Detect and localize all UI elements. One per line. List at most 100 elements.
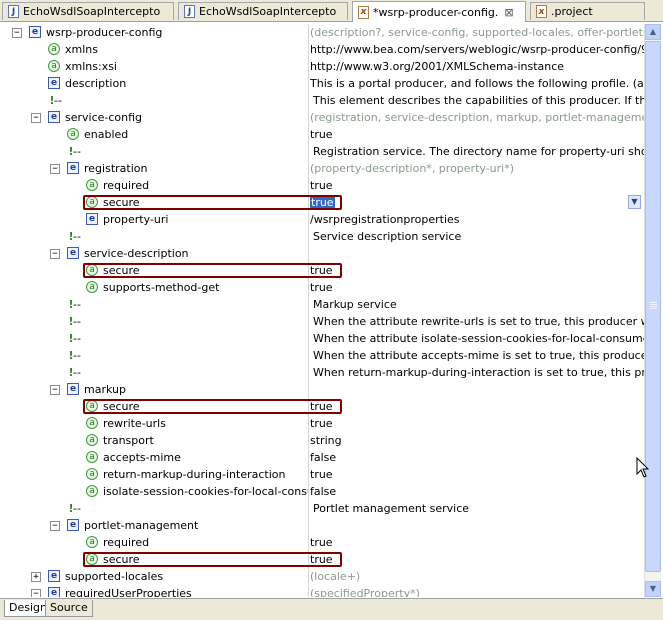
node-name-cell: a return-markup-during-interaction — [4, 466, 309, 483]
tree-row[interactable]: − e service-description — [4, 245, 644, 262]
node-name: -- — [73, 349, 81, 362]
node-value-cell[interactable]: false — [310, 483, 644, 500]
expand-icon[interactable]: + — [31, 572, 41, 582]
node-value-cell[interactable]: http://www.bea.com/servers/weblogic/wsrp… — [310, 41, 644, 58]
node-value-cell[interactable]: /wsrpregistrationproperties — [310, 211, 644, 228]
node-value-cell[interactable]: true — [310, 126, 644, 143]
tree-row[interactable]: a required true — [4, 177, 644, 194]
tree-row[interactable]: a return-markup-during-interaction true — [4, 466, 644, 483]
value-editor[interactable]: true — [310, 194, 644, 211]
tree-row[interactable]: a xmlns http://www.bea.com/servers/weblogi… — [4, 41, 644, 58]
tree-row[interactable]: a required true — [4, 534, 644, 551]
tree-row[interactable]: ! -- When the attribute isolate-session-co… — [4, 330, 644, 347]
vertical-scrollbar[interactable]: ▲ ▼ — [644, 24, 661, 597]
node-name: transport — [103, 434, 154, 447]
node-value-cell[interactable]: string — [310, 432, 644, 449]
element-icon: e — [48, 587, 60, 597]
tree-row[interactable]: − e portlet-management — [4, 517, 644, 534]
node-value-cell[interactable]: true — [310, 534, 644, 551]
tree-row[interactable]: a isolate-session-cookies-for-local-consu… — [4, 483, 644, 500]
collapse-icon[interactable]: − — [50, 521, 60, 531]
attribute-icon: a — [86, 434, 98, 446]
scroll-thumb[interactable] — [645, 41, 661, 572]
node-value: true — [310, 196, 335, 209]
collapse-icon[interactable]: − — [50, 385, 60, 395]
collapse-icon[interactable]: − — [31, 589, 41, 597]
tree-row[interactable]: e description This is a portal producer, a… — [4, 75, 644, 92]
node-value-cell[interactable]: (property-description*, property-uri*) — [310, 160, 644, 177]
node-value-cell[interactable]: (locale+) — [310, 568, 644, 585]
node-value-cell[interactable]: true — [310, 415, 644, 432]
node-value-cell[interactable] — [310, 245, 644, 262]
node-name: -- — [73, 366, 81, 379]
node-value-cell[interactable]: true — [310, 551, 644, 568]
node-value-cell[interactable]: true — [310, 262, 644, 279]
tree-row[interactable]: ! -- Service description service — [4, 228, 644, 245]
node-value-cell[interactable]: This element describes the capabilities … — [310, 92, 644, 109]
editor-tab-1[interactable]: J EchoWsdlSoapIntercepto — [2, 2, 174, 20]
tree-row[interactable]: a rewrite-urls true — [4, 415, 644, 432]
node-value-cell[interactable]: Registration service. The directory name… — [310, 143, 644, 160]
tree-row[interactable]: a transport string — [4, 432, 644, 449]
node-value-cell[interactable]: false — [310, 449, 644, 466]
scroll-down-button[interactable]: ▼ — [645, 581, 661, 597]
node-value-cell[interactable]: (registration, service-description, mark… — [310, 109, 644, 126]
tree-row[interactable]: a secure true — [4, 398, 644, 415]
xml-file-icon: x — [358, 5, 369, 19]
tree-row[interactable]: ! -- Portlet management service — [4, 500, 644, 517]
tree-row[interactable]: − e markup — [4, 381, 644, 398]
node-value-cell[interactable]: true — [310, 466, 644, 483]
node-value-cell[interactable]: When the attribute isolate-session-cooki… — [310, 330, 644, 347]
node-value-cell[interactable]: When the attribute rewrite-urls is set t… — [310, 313, 644, 330]
scroll-up-button[interactable]: ▲ — [645, 24, 661, 40]
tree-row[interactable]: − e service-config (registration, service-d… — [4, 109, 644, 126]
tree-row[interactable]: a enabled true — [4, 126, 644, 143]
tree-row[interactable]: e property-uri/wsrpregistrationproperties — [4, 211, 644, 228]
node-value-cell[interactable]: When return-markup-during-interaction is… — [310, 364, 644, 381]
node-value-cell[interactable]: true — [310, 279, 644, 296]
collapse-icon[interactable]: − — [50, 249, 60, 259]
node-value-cell[interactable]: Service description service — [310, 228, 644, 245]
tree-row[interactable]: a supports-method-get true — [4, 279, 644, 296]
node-value-cell[interactable]: When the attribute accepts-mime is set t… — [310, 347, 644, 364]
node-value-cell[interactable]: true — [310, 398, 644, 415]
tree-row[interactable]: − e requiredUserProperties (specifiedProper… — [4, 585, 644, 597]
node-value-cell[interactable]: http://www.w3.org/2001/XMLSchema-instanc… — [310, 58, 644, 75]
mode-tab-source[interactable]: Source — [45, 600, 93, 617]
tree-row[interactable]: ! -- When return-markup-during-interaction… — [4, 364, 644, 381]
node-value: true — [310, 553, 333, 566]
node-name: portlet-management — [84, 519, 199, 532]
node-value-cell[interactable]: (description?, service-config, supported… — [310, 24, 644, 41]
tree-row[interactable]: a secure true — [4, 551, 644, 568]
tree-row[interactable]: ! -- When the attribute accepts-mime is se… — [4, 347, 644, 364]
tree-row[interactable]: a accepts-mime false — [4, 449, 644, 466]
editor-tab-4[interactable]: x .project — [530, 2, 645, 20]
editor-tab-2[interactable]: J EchoWsdlSoapIntercepto — [178, 2, 348, 20]
node-value: When the attribute rewrite-urls is set t… — [313, 315, 644, 328]
tree-row[interactable]: a xmlns:xsi http://www.w3.org/2001/XMLSche… — [4, 58, 644, 75]
node-value-cell[interactable]: (specifiedProperty*) — [310, 585, 644, 597]
tree-row[interactable]: ! -- This element describes the capabiliti… — [4, 92, 644, 109]
node-value: (description?, service-config, supported… — [310, 26, 644, 39]
tree-row[interactable]: ! -- Markup service — [4, 296, 644, 313]
node-value-cell[interactable]: This is a portal producer, and follows t… — [310, 75, 644, 92]
close-tab-icon[interactable]: ⊠ — [504, 6, 513, 19]
editor-tab-3[interactable]: x *wsrp-producer-config. ⊠ — [352, 1, 526, 22]
tree-row[interactable]: a secure true — [4, 262, 644, 279]
tree-row[interactable]: a secure true ▼ — [4, 194, 644, 211]
node-value-cell[interactable]: Portlet management service — [310, 500, 644, 517]
tree-row[interactable]: ! -- Registration service. The directory n… — [4, 143, 644, 160]
dropdown-arrow-icon[interactable]: ▼ — [628, 195, 641, 209]
tree-row[interactable]: − e registration (property-description*, pr… — [4, 160, 644, 177]
node-value-cell[interactable] — [310, 381, 644, 398]
collapse-icon[interactable]: − — [31, 113, 41, 123]
node-value-cell[interactable]: true — [310, 177, 644, 194]
tree-row[interactable]: − e wsrp-producer-config (description?, ser… — [4, 24, 644, 41]
collapse-icon[interactable]: − — [12, 28, 22, 38]
collapse-icon[interactable]: − — [50, 164, 60, 174]
editor-tab-bar: J EchoWsdlSoapIntercepto J EchoWsdlSoapInte… — [0, 0, 663, 22]
node-value-cell[interactable]: Markup service — [310, 296, 644, 313]
node-value-cell[interactable] — [310, 517, 644, 534]
tree-row[interactable]: + e supported-locales (locale+) — [4, 568, 644, 585]
tree-row[interactable]: ! -- When the attribute rewrite-urls is se… — [4, 313, 644, 330]
